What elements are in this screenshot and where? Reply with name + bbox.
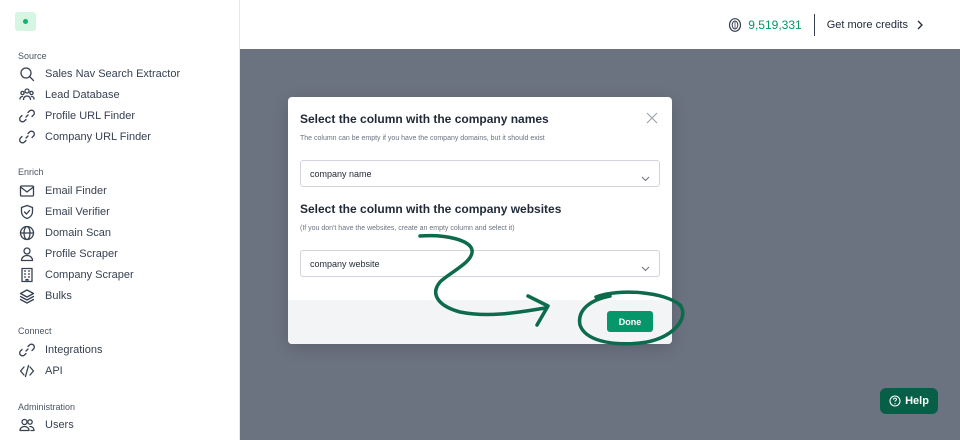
sidebar-item-bulks[interactable]: Bulks <box>18 286 72 305</box>
sidebar-item-profile-url-finder[interactable]: Profile URL Finder <box>18 106 135 125</box>
chevron-down-icon <box>641 170 650 182</box>
close-icon[interactable] <box>646 111 658 124</box>
company-name-select[interactable]: company name <box>300 160 660 187</box>
sidebar-item-label: Company Scraper <box>45 268 134 281</box>
sidebar-item-label: Company URL Finder <box>45 130 151 143</box>
top-bar: 9,519,331 Get more credits <box>240 0 960 49</box>
sidebar-item-label: Profile Scraper <box>45 247 118 260</box>
sidebar-item-label: API <box>45 364 63 377</box>
app-logo[interactable] <box>15 12 36 31</box>
chevron-down-icon <box>641 260 650 272</box>
section-label-enrich: Enrich <box>18 167 44 177</box>
check-shield-icon <box>18 203 36 221</box>
sidebar: Source Sales Nav Search Extractor Lead D… <box>0 0 240 440</box>
sidebar-item-company-url-finder[interactable]: Company URL Finder <box>18 127 151 146</box>
users-icon <box>18 416 36 434</box>
modal-title: Select the column with the company names <box>300 112 549 126</box>
sidebar-item-users[interactable]: Users <box>18 415 74 434</box>
sidebar-item-label: Domain Scan <box>45 226 112 239</box>
sidebar-item-lead-database[interactable]: Lead Database <box>18 85 120 104</box>
credits-divider <box>813 14 815 36</box>
section-label-administration: Administration <box>18 402 76 412</box>
select-columns-modal: Select the column with the company names… <box>288 97 672 344</box>
chevron-right-icon <box>916 20 924 30</box>
company-name-select-value: company name <box>310 168 372 179</box>
modal-subtitle: The column can be empty if you have the … <box>300 135 545 142</box>
sidebar-item-company-scraper[interactable]: Company Scraper <box>18 265 134 284</box>
sidebar-item-label: Bulks <box>45 289 72 302</box>
link-icon <box>18 128 36 146</box>
company-website-select-value: company website <box>310 258 380 269</box>
modal-title-websites: Select the column with the company websi… <box>300 202 562 216</box>
done-button[interactable]: Done <box>607 311 653 332</box>
modal-subtitle-websites: (If you don't have the websites, create … <box>300 225 515 232</box>
sidebar-item-email-finder[interactable]: Email Finder <box>18 181 107 200</box>
link-icon <box>18 341 36 359</box>
get-more-credits-label: Get more credits <box>826 19 908 31</box>
building-icon <box>18 266 36 284</box>
sidebar-item-label: Lead Database <box>45 88 120 101</box>
code-icon <box>18 362 36 380</box>
logo-dot <box>23 19 28 24</box>
mail-icon <box>18 182 36 200</box>
sidebar-item-label: Users <box>45 418 74 431</box>
section-label-connect: Connect <box>18 326 52 336</box>
link-icon <box>18 107 36 125</box>
layers-icon <box>18 287 36 305</box>
help-button[interactable]: Help <box>880 388 938 414</box>
sidebar-item-label: Profile URL Finder <box>45 109 136 122</box>
sidebar-item-label: Sales Nav Search Extractor <box>45 67 181 80</box>
credits-area: 9,519,331 Get more credits <box>728 14 924 36</box>
help-circle-icon <box>889 395 901 407</box>
sidebar-item-profile-scraper[interactable]: Profile Scraper <box>18 244 118 263</box>
company-website-select[interactable]: company website <box>300 250 660 277</box>
globe-icon <box>18 224 36 242</box>
sidebar-item-email-verifier[interactable]: Email Verifier <box>18 202 110 221</box>
get-more-credits-link[interactable]: Get more credits <box>827 19 924 31</box>
sidebar-item-sales-nav-search-extractor[interactable]: Sales Nav Search Extractor <box>18 64 180 83</box>
users-icon <box>18 86 36 104</box>
coin-icon <box>728 18 742 32</box>
sidebar-item-label: Email Finder <box>45 184 107 197</box>
sidebar-item-integrations[interactable]: Integrations <box>18 340 102 359</box>
help-label: Help <box>905 395 929 407</box>
section-label-source: Source <box>18 51 47 61</box>
sidebar-item-label: Integrations <box>45 343 103 356</box>
credits-value: 9,519,331 <box>748 18 802 32</box>
user-icon <box>18 245 36 263</box>
search-icon <box>18 65 36 83</box>
sidebar-item-label: Email Verifier <box>45 205 110 218</box>
sidebar-item-domain-scan[interactable]: Domain Scan <box>18 223 111 242</box>
sidebar-item-api[interactable]: API <box>18 361 63 380</box>
